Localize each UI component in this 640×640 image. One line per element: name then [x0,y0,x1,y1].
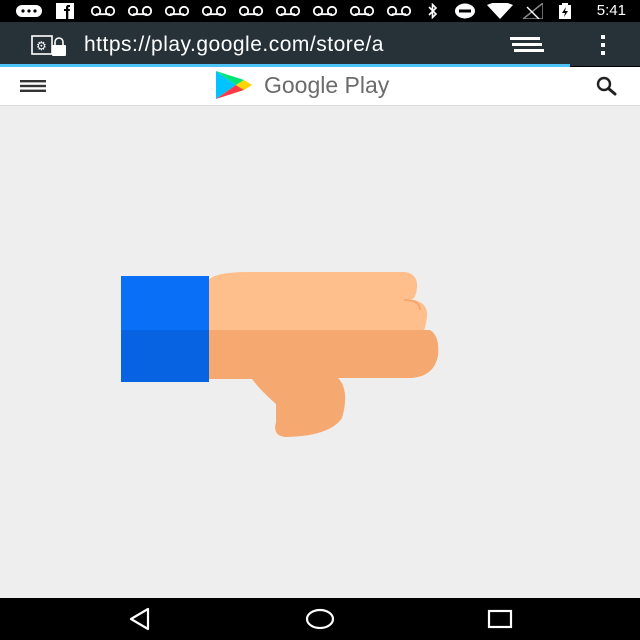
svg-text:⚙: ⚙ [36,39,47,53]
voicemail-icon [90,3,116,19]
more-icon [16,3,42,19]
hamburger-menu-icon[interactable] [20,79,48,93]
voicemail-icon [164,3,190,19]
page-content [0,106,640,598]
hand-upper [209,272,428,330]
voicemail-icon [312,3,338,19]
google-play-logo-icon[interactable] [214,70,254,100]
battery-charging-icon [558,3,572,19]
hand-lower [209,330,439,437]
brand-name: Google Play [264,72,390,98]
site-security-icon[interactable]: ⚙ [30,32,70,58]
status-time: 5:41 [596,2,626,19]
overflow-menu-icon[interactable] [596,32,610,58]
bluetooth-icon [426,3,440,19]
no-signal-icon [522,3,544,19]
voicemail-icon [349,3,375,19]
voicemail-icon [127,3,153,19]
home-button[interactable] [304,606,336,632]
voicemail-icon [238,3,264,19]
back-button[interactable] [126,606,154,632]
cuff-top [121,276,209,330]
play-store-header: Google Play [0,67,640,106]
cuff-bottom [121,330,209,382]
browser-toolbar: ⚙ https://play.google.com/store/a [0,22,640,66]
voicemail-icon [201,3,227,19]
thumbs-down-illustration [121,272,439,437]
do-not-disturb-icon [454,3,476,19]
tab-switcher-icon[interactable] [508,35,548,55]
wifi-icon [486,3,514,19]
status-bar: 5:41 [0,0,640,22]
voicemail-icon [386,3,412,19]
recents-button[interactable] [486,606,514,632]
voicemail-icon [275,3,301,19]
search-icon[interactable] [594,75,620,97]
url-field[interactable]: https://play.google.com/store/a [84,33,384,57]
facebook-icon [56,3,74,19]
system-nav-bar [0,598,640,640]
